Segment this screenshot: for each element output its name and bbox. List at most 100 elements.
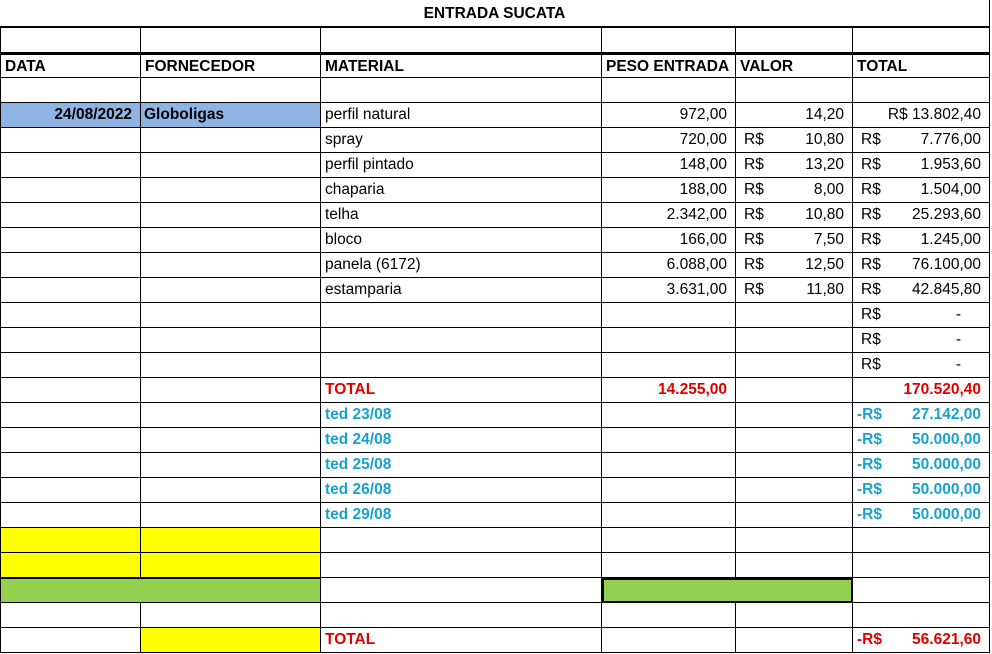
header-data[interactable]: DATA — [0, 53, 141, 78]
cell[interactable] — [853, 603, 990, 628]
cell[interactable] — [0, 153, 141, 178]
cell[interactable] — [0, 353, 141, 378]
cell[interactable] — [602, 453, 736, 478]
cell[interactable] — [0, 403, 141, 428]
valor-cell[interactable]: R$ 11,80 — [736, 278, 853, 303]
total-cell[interactable]: R$ - — [853, 353, 990, 378]
total-cell[interactable]: R$ 13.802,40 — [853, 103, 990, 128]
cell[interactable] — [141, 328, 321, 353]
cell[interactable] — [602, 503, 736, 528]
peso-cell[interactable]: 188,00 — [602, 178, 736, 203]
total-cell[interactable]: R$ 1.245,00 — [853, 228, 990, 253]
green-cell[interactable] — [602, 578, 853, 603]
cell[interactable] — [736, 353, 853, 378]
green-cell[interactable] — [0, 578, 321, 603]
cell[interactable] — [602, 303, 736, 328]
total-cell[interactable]: R$ 7.776,00 — [853, 128, 990, 153]
cell[interactable] — [0, 178, 141, 203]
cell[interactable] — [736, 553, 853, 578]
cell[interactable] — [736, 503, 853, 528]
cell[interactable] — [853, 528, 990, 553]
cell[interactable] — [0, 478, 141, 503]
material-cell[interactable]: estamparia — [321, 278, 602, 303]
material-cell[interactable]: perfil pintado — [321, 153, 602, 178]
cell[interactable] — [321, 528, 602, 553]
peso-cell[interactable]: 148,00 — [602, 153, 736, 178]
cell[interactable] — [0, 453, 141, 478]
payment-amount[interactable]: -R$ 50.000,00 — [853, 453, 990, 478]
valor-cell[interactable]: R$ 10,80 — [736, 203, 853, 228]
cell[interactable] — [321, 353, 602, 378]
cell[interactable] — [141, 253, 321, 278]
cell[interactable] — [602, 528, 736, 553]
cell[interactable] — [141, 203, 321, 228]
cell[interactable] — [141, 403, 321, 428]
header-fornecedor[interactable]: FORNECEDOR — [141, 53, 321, 78]
cell[interactable] — [736, 453, 853, 478]
cell[interactable] — [736, 628, 853, 653]
cell[interactable] — [321, 553, 602, 578]
header-total[interactable]: TOTAL — [853, 53, 990, 78]
valor-cell[interactable]: R$ 13,20 — [736, 153, 853, 178]
cell[interactable] — [141, 153, 321, 178]
cell[interactable] — [736, 478, 853, 503]
valor-cell[interactable]: R$ 7,50 — [736, 228, 853, 253]
cell[interactable] — [141, 428, 321, 453]
yellow-cell[interactable] — [141, 628, 321, 653]
final-total-amount[interactable]: -R$ 56.621,60 — [853, 628, 990, 653]
material-cell[interactable]: panela (6172) — [321, 253, 602, 278]
cell[interactable] — [602, 353, 736, 378]
total-peso[interactable]: 14.255,00 — [602, 378, 736, 403]
cell[interactable] — [141, 178, 321, 203]
cell[interactable] — [0, 603, 141, 628]
peso-cell[interactable]: 6.088,00 — [602, 253, 736, 278]
cell[interactable] — [0, 378, 141, 403]
material-cell[interactable]: bloco — [321, 228, 602, 253]
cell[interactable] — [141, 303, 321, 328]
cell[interactable] — [736, 528, 853, 553]
cell[interactable] — [853, 578, 990, 603]
yellow-cell[interactable] — [141, 528, 321, 553]
total-cell[interactable]: R$ 25.293,60 — [853, 203, 990, 228]
cell[interactable] — [0, 428, 141, 453]
cell[interactable] — [602, 603, 736, 628]
cell[interactable] — [0, 328, 141, 353]
cell[interactable] — [0, 128, 141, 153]
peso-cell[interactable]: 720,00 — [602, 128, 736, 153]
cell[interactable] — [602, 328, 736, 353]
cell[interactable] — [0, 228, 141, 253]
header-peso[interactable]: PESO ENTRADA — [602, 53, 736, 78]
valor-cell[interactable]: R$ 12,50 — [736, 253, 853, 278]
cell[interactable] — [0, 253, 141, 278]
total-value[interactable]: 170.520,40 — [853, 378, 990, 403]
cell[interactable] — [602, 478, 736, 503]
cell[interactable] — [602, 403, 736, 428]
cell[interactable] — [141, 378, 321, 403]
material-cell[interactable]: perfil natural — [321, 103, 602, 128]
cell[interactable] — [736, 403, 853, 428]
cell[interactable] — [141, 353, 321, 378]
cell[interactable] — [141, 453, 321, 478]
cell[interactable] — [141, 603, 321, 628]
final-total-label[interactable]: TOTAL — [321, 628, 602, 653]
cell[interactable] — [141, 478, 321, 503]
valor-cell[interactable]: 14,20 — [736, 103, 853, 128]
total-cell[interactable]: R$ 42.845,80 — [853, 278, 990, 303]
cell[interactable] — [141, 503, 321, 528]
cell[interactable] — [141, 278, 321, 303]
yellow-cell[interactable] — [0, 553, 141, 578]
material-cell[interactable]: spray — [321, 128, 602, 153]
cell[interactable] — [602, 428, 736, 453]
cell[interactable] — [321, 303, 602, 328]
cell[interactable] — [0, 278, 141, 303]
cell[interactable] — [141, 128, 321, 153]
payment-amount[interactable]: -R$ 27.142,00 — [853, 403, 990, 428]
total-cell[interactable]: R$ 1.504,00 — [853, 178, 990, 203]
cell[interactable] — [736, 303, 853, 328]
cell[interactable] — [321, 328, 602, 353]
peso-cell[interactable]: 2.342,00 — [602, 203, 736, 228]
cell[interactable] — [736, 428, 853, 453]
entry-supplier[interactable]: Globoligas — [141, 103, 321, 128]
payment-label[interactable]: ted 29/08 — [321, 503, 602, 528]
cell[interactable] — [321, 578, 602, 603]
